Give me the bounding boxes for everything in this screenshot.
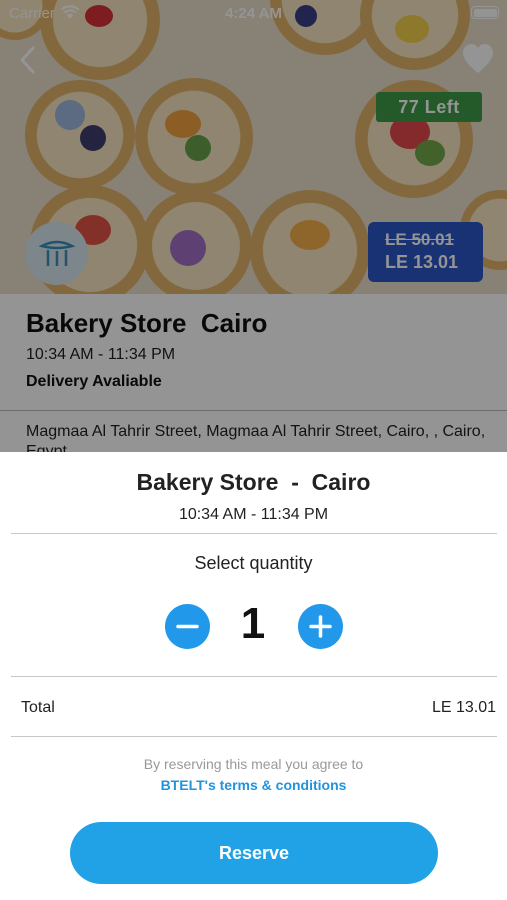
increase-quantity-button[interactable] xyxy=(298,604,343,649)
quantity-label: Select quantity xyxy=(194,553,313,573)
reserve-button[interactable]: Reserve xyxy=(70,822,438,884)
minus-icon xyxy=(176,624,199,629)
sheet-hours: 10:34 AM - 11:34 PM xyxy=(178,506,329,523)
divider xyxy=(11,533,497,534)
dim-overlay[interactable] xyxy=(0,0,507,452)
total-value: LE 13.01 xyxy=(431,699,496,716)
divider xyxy=(11,676,497,677)
agreement-text: By reserving this meal you agree to xyxy=(143,756,364,772)
plus-icon xyxy=(309,615,332,638)
terms-link[interactable]: BTELT's terms & conditions xyxy=(0,777,507,793)
reserve-sheet: Bakery Store - Cairo 10:34 AM - 11:34 PM… xyxy=(0,452,507,900)
divider xyxy=(11,736,497,737)
decrease-quantity-button[interactable] xyxy=(165,604,210,649)
total-label: Total xyxy=(21,699,55,716)
background-page: Carrier 4:24 AM 77 Left LE 50.01 LE 13.0… xyxy=(0,0,507,452)
sheet-title: Bakery Store - Cairo xyxy=(136,469,371,495)
quantity-value: 1 xyxy=(240,599,266,648)
